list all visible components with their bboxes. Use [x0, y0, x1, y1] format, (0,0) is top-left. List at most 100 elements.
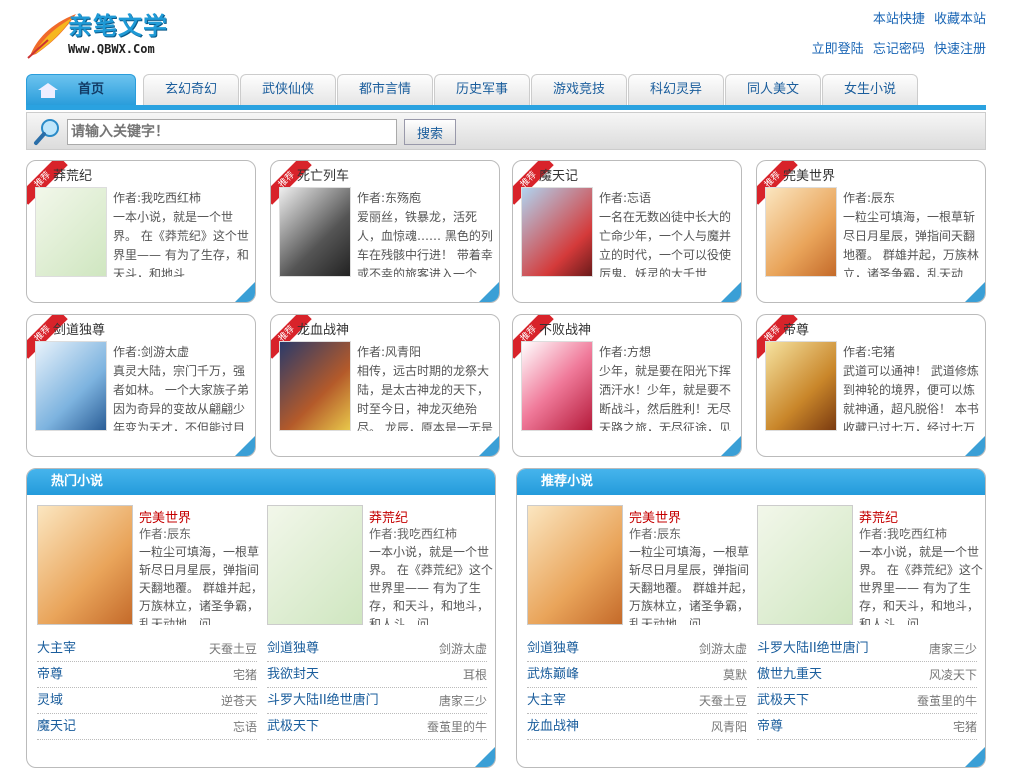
ranking-title[interactable]: 武极天下 — [757, 688, 809, 714]
tab-lishi[interactable]: 历史军事 — [434, 74, 530, 105]
more-corner-icon[interactable] — [721, 436, 741, 456]
more-corner-icon[interactable] — [475, 747, 495, 767]
book-card: 推荐 莽荒纪 作者:我吃西红柿 一本小说，就是一个世界。 在《莽荒纪》这个世界里—— … — [26, 160, 256, 303]
ranking-title[interactable]: 龙血战神 — [527, 714, 579, 740]
featured-author: 作者:辰东 — [139, 527, 192, 541]
book-author: 作者:辰东 — [843, 191, 896, 205]
more-corner-icon[interactable] — [235, 436, 255, 456]
panel-title: 热门小说 — [27, 469, 495, 495]
book-desc: 真灵大陆，宗门千万，强者如林。 一个大家族子弟因为奇异的变故从翩翩少年变为天才，… — [113, 364, 249, 431]
featured-cover[interactable] — [37, 505, 133, 625]
ranking-row: 斗罗大陆II绝世唐门 唐家三少 — [267, 688, 487, 714]
featured-title[interactable]: 莽荒纪 — [369, 507, 408, 526]
book-card: 推荐 帝尊 作者:宅猪 武道可以通神！ 武道修炼到神轮的境界，便可以炼就神通，超凡脱俗… — [756, 314, 986, 457]
ranking-title[interactable]: 斗罗大陆II绝世唐门 — [267, 688, 379, 714]
ranking-author: 天蚕土豆 — [208, 642, 257, 656]
more-corner-icon[interactable] — [965, 436, 985, 456]
bookmark-site-link[interactable]: 收藏本站 — [934, 12, 986, 27]
featured-title[interactable]: 莽荒纪 — [859, 507, 898, 526]
main-nav: 首页 玄幻奇幻 武侠仙侠 都市言情 历史军事 游戏竞技 科幻灵异 同人美文 女生… — [26, 72, 986, 110]
book-card: 推荐 魔天记 作者:忘语 一名在无数凶徒中长大的亡命少年，一个人与魔并立的时代，一个可… — [512, 160, 742, 303]
book-cover[interactable] — [521, 187, 593, 277]
book-author: 作者:忘语 — [599, 191, 652, 205]
more-corner-icon[interactable] — [479, 282, 499, 302]
tab-home[interactable]: 首页 — [26, 74, 136, 105]
book-card: 推荐 剑道独尊 作者:剑游太虚 真灵大陆，宗门千万，强者如林。 一个大家族子弟因为奇异… — [26, 314, 256, 457]
tab-youxi[interactable]: 游戏竞技 — [531, 74, 627, 105]
ranking-title[interactable]: 傲世九重天 — [757, 662, 822, 688]
ranking-row: 剑道独尊 剑游太虚 — [267, 636, 487, 662]
featured-cover[interactable] — [527, 505, 623, 625]
book-title[interactable]: 剑道独尊 — [53, 319, 105, 338]
search-button[interactable]: 搜索 — [404, 119, 456, 145]
ranking-row: 帝尊 宅猪 — [757, 714, 977, 740]
novel-panel: 推荐小说 完美世界 作者:辰东 一粒尘可填海，一根草斩尽日月星辰，弹指间天翻地覆。 群… — [516, 468, 986, 768]
more-corner-icon[interactable] — [721, 282, 741, 302]
book-title[interactable]: 莽荒纪 — [53, 165, 92, 184]
ranking-author: 宅猪 — [232, 668, 257, 682]
ranking-author: 天蚕土豆 — [698, 694, 747, 708]
book-author: 作者:宅猪 — [843, 345, 896, 359]
site-shortcut-link[interactable]: 本站快捷 — [873, 12, 925, 27]
more-corner-icon[interactable] — [965, 747, 985, 767]
ranking-title[interactable]: 大主宰 — [527, 688, 566, 714]
ranking-title[interactable]: 帝尊 — [757, 714, 783, 740]
ranking-row: 武炼巅峰 莫默 — [527, 662, 747, 688]
more-corner-icon[interactable] — [965, 282, 985, 302]
book-cover[interactable] — [35, 187, 107, 277]
tab-xuanhuan[interactable]: 玄幻奇幻 — [143, 74, 239, 105]
book-title[interactable]: 龙血战神 — [297, 319, 349, 338]
ranking-title[interactable]: 剑道独尊 — [527, 636, 579, 662]
ranking-row: 我欲封天 耳根 — [267, 662, 487, 688]
book-info: 作者:忘语 一名在无数凶徒中长大的亡命少年，一个人与魔并立的时代，一个可以役使厉鬼… — [599, 189, 737, 277]
book-title[interactable]: 不败战神 — [539, 319, 591, 338]
book-author: 作者:东殇庖 — [357, 191, 422, 205]
book-title[interactable]: 死亡列车 — [297, 165, 349, 184]
book-desc: 一粒尘可填海，一根草斩尽日月星辰，弹指间天翻地覆。 群雄并起，万族林立，诸圣争霸… — [843, 210, 979, 277]
ranking-title[interactable]: 武炼巅峰 — [527, 662, 579, 688]
book-cover[interactable] — [35, 341, 107, 431]
more-corner-icon[interactable] — [235, 282, 255, 302]
register-link[interactable]: 快速注册 — [934, 42, 986, 57]
novel-panel: 热门小说 完美世界 作者:辰东 一粒尘可填海，一根草斩尽日月星辰，弹指间天翻地覆。 群… — [26, 468, 496, 768]
featured-title[interactable]: 完美世界 — [629, 507, 681, 526]
tab-wuxia[interactable]: 武侠仙侠 — [240, 74, 336, 105]
book-title[interactable]: 帝尊 — [783, 319, 809, 338]
site-logo[interactable]: 亲笔文学 Www.QBWX.Com — [26, 4, 186, 62]
book-cover[interactable] — [521, 341, 593, 431]
book-card: 推荐 完美世界 作者:辰东 一粒尘可填海，一根草斩尽日月星辰，弹指间天翻地覆。 群雄并… — [756, 160, 986, 303]
search-input[interactable] — [67, 119, 397, 145]
ranking-title[interactable]: 斗罗大陆II绝世唐门 — [757, 636, 869, 662]
more-corner-icon[interactable] — [479, 436, 499, 456]
book-info: 作者:我吃西红柿 一本小说，就是一个世界。 在《莽荒纪》这个世界里—— 有为了生存… — [113, 189, 251, 277]
tab-dushi[interactable]: 都市言情 — [337, 74, 433, 105]
ranking-title[interactable]: 大主宰 — [37, 636, 76, 662]
book-cover[interactable] — [765, 187, 837, 277]
tab-kehuan[interactable]: 科幻灵异 — [628, 74, 724, 105]
tab-tongren[interactable]: 同人美文 — [725, 74, 821, 105]
featured-cover[interactable] — [757, 505, 853, 625]
featured-title[interactable]: 完美世界 — [139, 507, 191, 526]
featured-cover[interactable] — [267, 505, 363, 625]
book-cover[interactable] — [279, 341, 351, 431]
ranking-title[interactable]: 剑道独尊 — [267, 636, 319, 662]
book-author: 作者:剑游太虚 — [113, 345, 190, 359]
ranking-title[interactable]: 魔天记 — [37, 714, 76, 740]
ranking-title[interactable]: 帝尊 — [37, 662, 63, 688]
ranking-title[interactable]: 武极天下 — [267, 714, 319, 740]
ranking-author: 剑游太虚 — [698, 642, 747, 656]
login-link[interactable]: 立即登陆 — [812, 42, 864, 57]
featured-book: 完美世界 作者:辰东 一粒尘可填海，一根草斩尽日月星辰，弹指间天翻地覆。 群雄并起，… — [527, 505, 753, 625]
book-title[interactable]: 魔天记 — [539, 165, 578, 184]
ranking-title[interactable]: 我欲封天 — [267, 662, 319, 688]
ranking-author: 耳根 — [462, 668, 487, 682]
book-title[interactable]: 完美世界 — [783, 165, 835, 184]
tab-nvsheng[interactable]: 女生小说 — [822, 74, 918, 105]
book-cover[interactable] — [279, 187, 351, 277]
search-bar: 搜索 — [26, 112, 986, 150]
ranking-row: 灵域 逆苍天 — [37, 688, 257, 714]
ranking-title[interactable]: 灵域 — [37, 688, 63, 714]
book-cover[interactable] — [765, 341, 837, 431]
ranking-row: 武极天下 蚕茧里的牛 — [757, 688, 977, 714]
forgot-password-link[interactable]: 忘记密码 — [873, 42, 925, 57]
